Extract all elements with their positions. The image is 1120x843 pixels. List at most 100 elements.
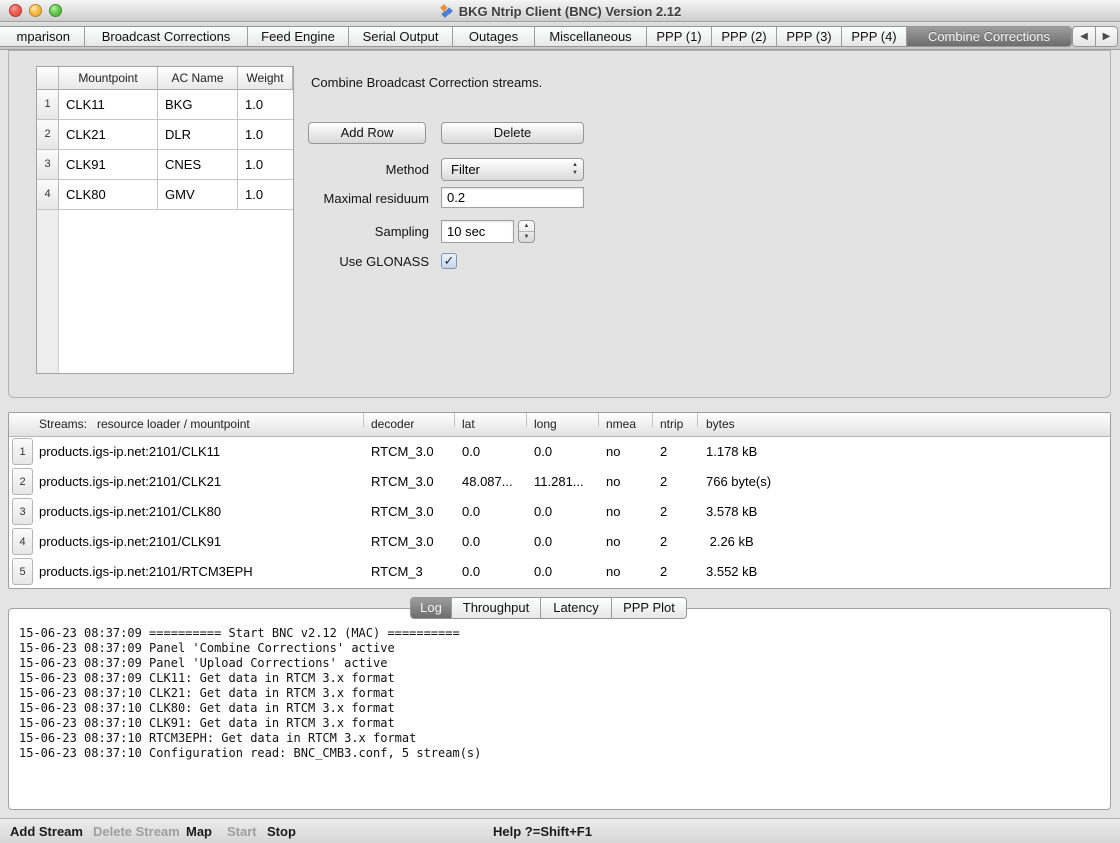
stream-decoder[interactable]: RTCM_3.0	[371, 527, 434, 557]
stream-bytes[interactable]: 1.178 kB	[706, 437, 757, 467]
method-dropdown[interactable]: Filter ▲▼	[441, 158, 584, 181]
stream-row[interactable]: 1 products.igs-ip.net:2101/CLK11 RTCM_3.…	[9, 437, 1110, 467]
stream-mountpoint[interactable]: products.igs-ip.net:2101/CLK21	[39, 467, 221, 497]
add-row-button[interactable]: Add Row	[308, 122, 426, 144]
stream-decoder[interactable]: RTCM_3.0	[371, 467, 434, 497]
stream-row[interactable]: 5 products.igs-ip.net:2101/RTCM3EPH RTCM…	[9, 557, 1110, 587]
tab-outages[interactable]: Outages	[452, 27, 534, 46]
stream-nmea[interactable]: no	[606, 497, 620, 527]
stream-lat[interactable]: 0.0	[462, 557, 480, 587]
tab-ppp-4[interactable]: PPP (4)	[841, 27, 906, 46]
stream-decoder[interactable]: RTCM_3.0	[371, 437, 434, 467]
stream-nmea[interactable]: no	[606, 527, 620, 557]
combination-table-header: Mountpoint AC Name Weight	[37, 67, 293, 90]
tab-latency[interactable]: Latency	[540, 598, 611, 618]
tab-miscellaneous[interactable]: Miscellaneous	[534, 27, 646, 46]
tab-scroll-left-button[interactable]: ◀	[1072, 26, 1095, 47]
mountpoint-cell[interactable]: CLK80	[59, 180, 158, 210]
weight-cell[interactable]: 1.0	[238, 90, 293, 120]
stream-long[interactable]: 0.0	[534, 527, 552, 557]
lat-header[interactable]: lat	[462, 413, 475, 436]
tab-ppp-3[interactable]: PPP (3)	[776, 27, 841, 46]
ac-name-cell[interactable]: DLR	[158, 120, 238, 150]
stream-lat[interactable]: 48.087...	[462, 467, 513, 497]
ac-name-cell[interactable]: CNES	[158, 150, 238, 180]
window-title: BKG Ntrip Client (BNC) Version 2.12	[459, 4, 681, 19]
bytes-header[interactable]: bytes	[706, 413, 735, 436]
tab-ppp-2[interactable]: PPP (2)	[711, 27, 776, 46]
stream-decoder[interactable]: RTCM_3	[371, 557, 423, 587]
mountpoint-column-header[interactable]: Mountpoint	[59, 67, 158, 89]
stream-ntrip[interactable]: 2	[660, 527, 667, 557]
weight-column-header[interactable]: Weight	[238, 67, 293, 89]
stream-ntrip[interactable]: 2	[660, 467, 667, 497]
mountpoint-cell[interactable]: CLK11	[59, 90, 158, 120]
stream-mountpoint[interactable]: products.igs-ip.net:2101/CLK11	[39, 437, 220, 467]
stream-mountpoint[interactable]: products.igs-ip.net:2101/CLK91	[39, 527, 221, 557]
spin-up-button[interactable]: ▲	[519, 221, 534, 232]
stop-button[interactable]: Stop	[267, 819, 296, 843]
streams-table[interactable]: Streams: resource loader / mountpoint de…	[8, 412, 1111, 589]
stream-bytes[interactable]: 3.578 kB	[706, 497, 757, 527]
tab-ppp-1[interactable]: PPP (1)	[646, 27, 711, 46]
stream-mountpoint[interactable]: products.igs-ip.net:2101/RTCM3EPH	[39, 557, 253, 587]
stream-bytes[interactable]: 3.552 kB	[706, 557, 757, 587]
mountpoint-cell[interactable]: CLK91	[59, 150, 158, 180]
tab-broadcast-corrections[interactable]: Broadcast Corrections	[84, 27, 247, 46]
add-stream-button[interactable]: Add Stream	[10, 819, 83, 843]
stream-row[interactable]: 3 products.igs-ip.net:2101/CLK80 RTCM_3.…	[9, 497, 1110, 527]
table-row[interactable]: 3 CLK91 CNES 1.0	[37, 150, 293, 180]
stream-bytes[interactable]: 766 byte(s)	[706, 467, 771, 497]
weight-cell[interactable]: 1.0	[238, 180, 293, 210]
maximal-residuum-input[interactable]: 0.2	[441, 187, 584, 208]
mountpoint-cell[interactable]: CLK21	[59, 120, 158, 150]
stream-lat[interactable]: 0.0	[462, 497, 480, 527]
stream-ntrip[interactable]: 2	[660, 557, 667, 587]
tab-comparison[interactable]: mparison	[0, 27, 84, 46]
combination-table[interactable]: Mountpoint AC Name Weight 1 CLK11 BKG 1.…	[36, 66, 294, 374]
streams-mountpoint-header[interactable]: Streams: resource loader / mountpoint	[39, 413, 250, 436]
tab-feed-engine[interactable]: Feed Engine	[247, 27, 348, 46]
weight-cell[interactable]: 1.0	[238, 120, 293, 150]
tab-combine-corrections[interactable]: Combine Corrections	[906, 27, 1071, 46]
stream-long[interactable]: 0.0	[534, 497, 552, 527]
stream-long[interactable]: 0.0	[534, 437, 552, 467]
stream-nmea[interactable]: no	[606, 437, 620, 467]
stream-lat[interactable]: 0.0	[462, 527, 480, 557]
tab-scroll-right-button[interactable]: ▶	[1095, 26, 1118, 47]
bnc-app-icon	[439, 4, 454, 19]
stream-row[interactable]: 4 products.igs-ip.net:2101/CLK91 RTCM_3.…	[9, 527, 1110, 557]
long-header[interactable]: long	[534, 413, 557, 436]
table-row[interactable]: 2 CLK21 DLR 1.0	[37, 120, 293, 150]
tab-serial-output[interactable]: Serial Output	[348, 27, 452, 46]
ntrip-header[interactable]: ntrip	[660, 413, 683, 436]
table-row[interactable]: 4 CLK80 GMV 1.0	[37, 180, 293, 210]
nmea-header[interactable]: nmea	[606, 413, 636, 436]
use-glonass-checkbox[interactable]: ✓	[441, 253, 457, 269]
ac-name-column-header[interactable]: AC Name	[158, 67, 238, 89]
delete-button[interactable]: Delete	[441, 122, 584, 144]
tab-throughput[interactable]: Throughput	[451, 598, 540, 618]
sampling-input[interactable]: 10 sec	[441, 220, 514, 243]
stream-ntrip[interactable]: 2	[660, 437, 667, 467]
tab-log[interactable]: Log	[411, 598, 451, 618]
stream-nmea[interactable]: no	[606, 557, 620, 587]
stream-row[interactable]: 2 products.igs-ip.net:2101/CLK21 RTCM_3.…	[9, 467, 1110, 497]
stream-long[interactable]: 0.0	[534, 557, 552, 587]
stream-lat[interactable]: 0.0	[462, 437, 480, 467]
stream-decoder[interactable]: RTCM_3.0	[371, 497, 434, 527]
table-row[interactable]: 1 CLK11 BKG 1.0	[37, 90, 293, 120]
log-panel[interactable]: 15-06-23 08:37:09 ========== Start BNC v…	[8, 608, 1111, 810]
tab-ppp-plot[interactable]: PPP Plot	[611, 598, 686, 618]
stream-bytes[interactable]: 2.26 kB	[706, 527, 754, 557]
stream-ntrip[interactable]: 2	[660, 497, 667, 527]
stream-mountpoint[interactable]: products.igs-ip.net:2101/CLK80	[39, 497, 221, 527]
map-button[interactable]: Map	[186, 819, 212, 843]
stream-nmea[interactable]: no	[606, 467, 620, 497]
weight-cell[interactable]: 1.0	[238, 150, 293, 180]
ac-name-cell[interactable]: GMV	[158, 180, 238, 210]
spin-down-button[interactable]: ▼	[519, 232, 534, 242]
ac-name-cell[interactable]: BKG	[158, 90, 238, 120]
decoder-header[interactable]: decoder	[371, 413, 414, 436]
stream-long[interactable]: 11.281...	[534, 467, 584, 497]
